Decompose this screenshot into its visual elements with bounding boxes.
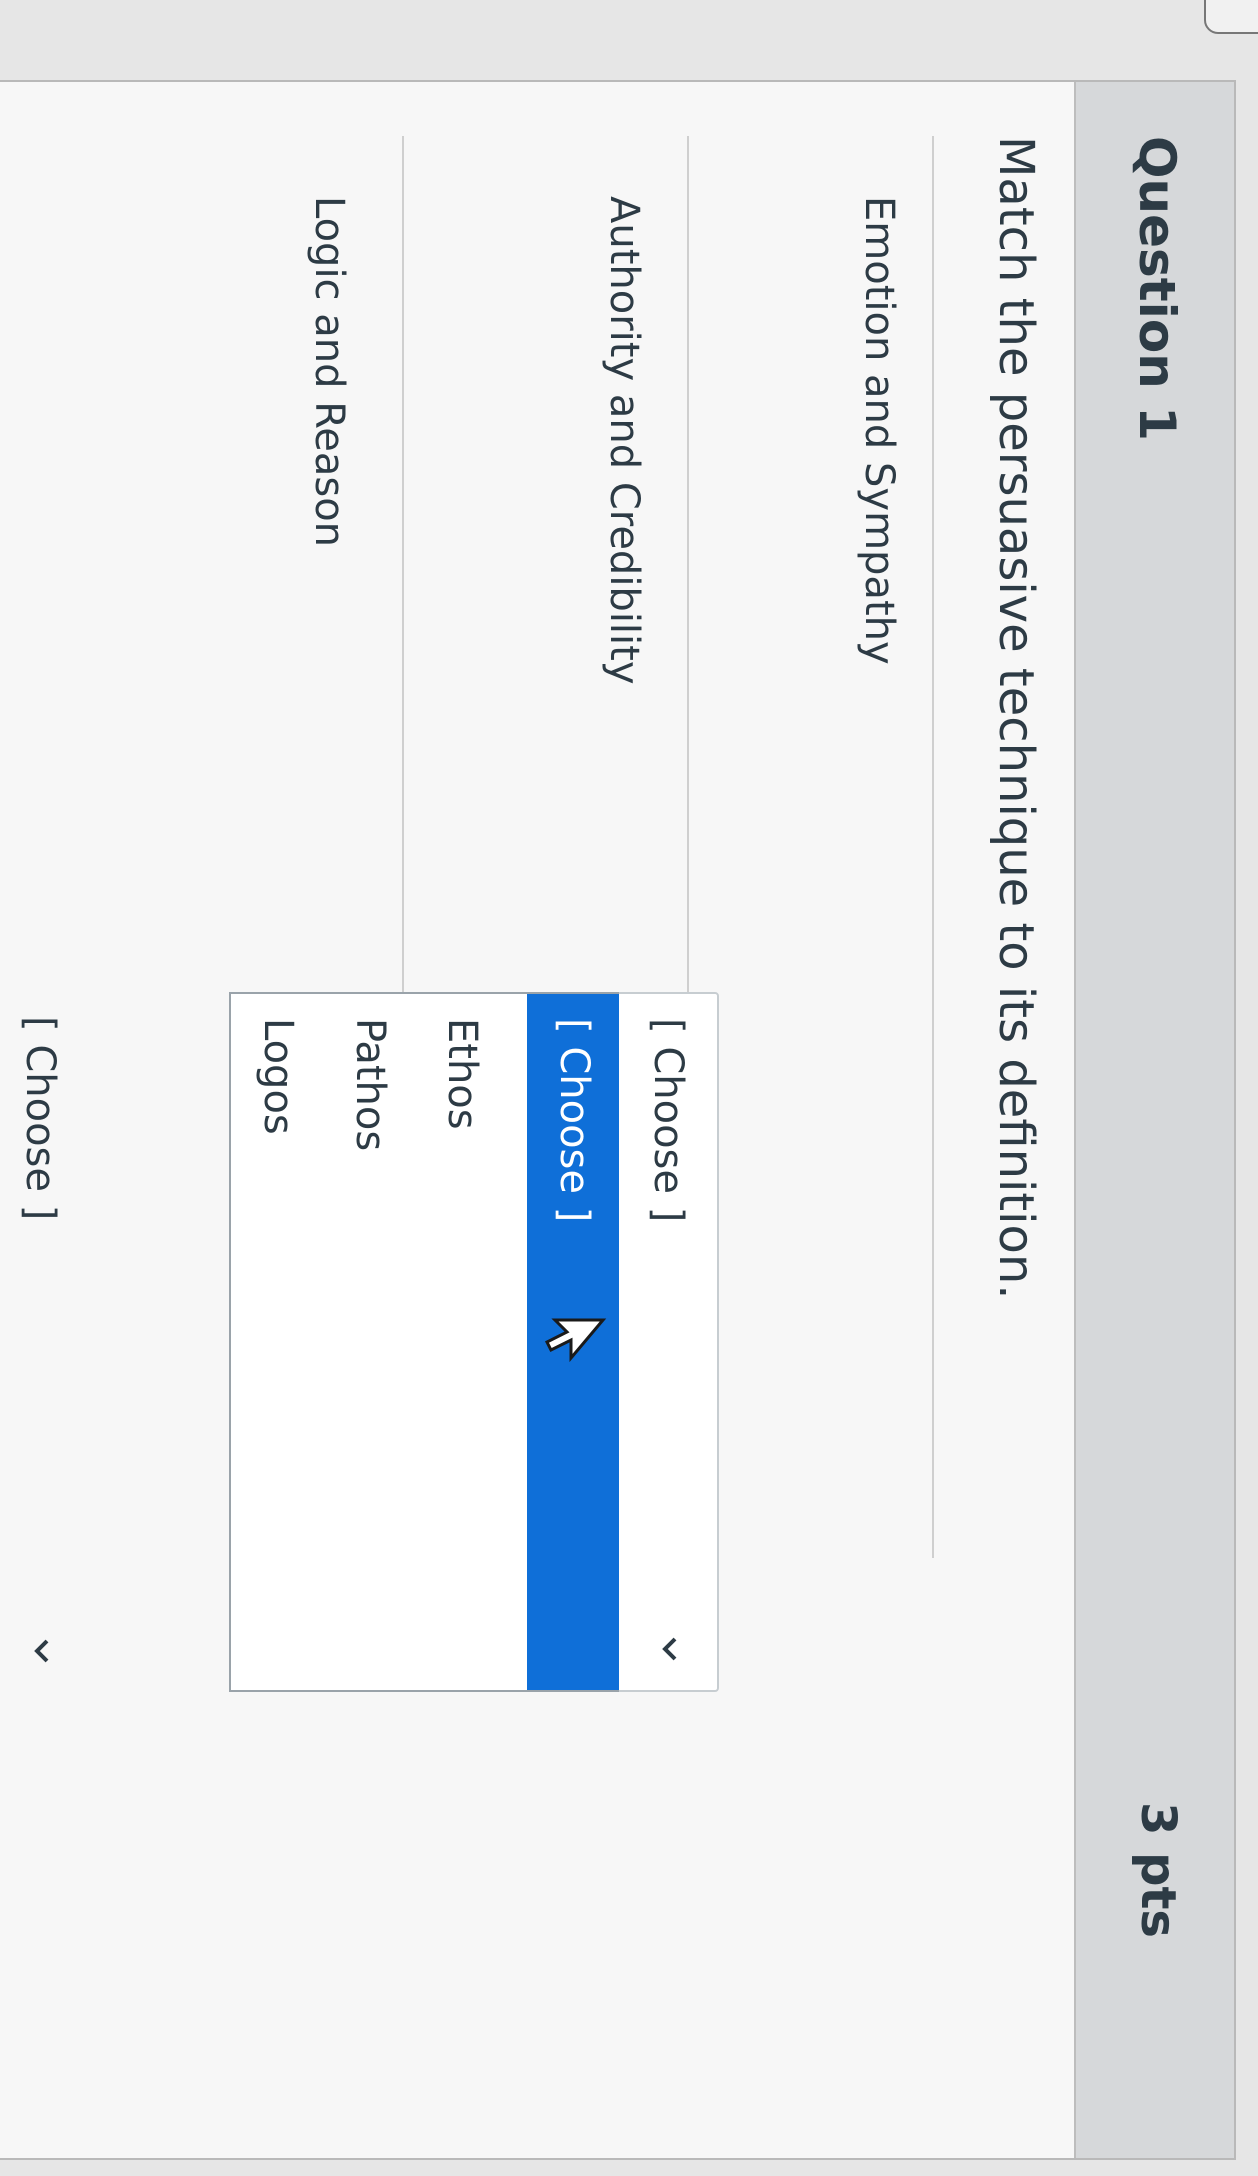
question-points: 3 pts — [1130, 1802, 1186, 1938]
answer-dropdown-list: [ Choose ] Ethos Pathos Logos — [229, 992, 619, 1692]
match-label: Emotion and Sympathy — [856, 196, 902, 665]
question-card: Question 1 3 pts Match the persuasive te… — [0, 80, 1236, 2160]
chevron-down-icon — [25, 1634, 59, 1668]
answer-select-emotion[interactable]: [ Choose ] — [615, 992, 719, 1692]
dropdown-option-ethos[interactable]: Ethos — [415, 994, 507, 1690]
select-value: [ Choose ] — [645, 1018, 691, 1223]
match-label: Logic and Reason — [306, 196, 352, 548]
match-label: Authority and Credibility — [601, 196, 647, 685]
answer-select-logic[interactable]: [ Choose ] — [0, 992, 89, 1692]
nav-tab[interactable] — [1204, 0, 1258, 34]
select-value: [ Choose ] — [17, 1016, 63, 1221]
question-header: Question 1 3 pts — [1074, 82, 1234, 2158]
dropdown-option-logos[interactable]: Logos — [231, 994, 323, 1690]
arrow-cursor-icon — [544, 1318, 607, 1363]
question-prompt: Match the persuasive technique to its de… — [988, 136, 1044, 1300]
chevron-down-icon — [653, 1632, 687, 1666]
question-title: Question 1 — [1128, 136, 1186, 441]
dropdown-option-choose[interactable]: [ Choose ] — [527, 994, 619, 1690]
quiz-page: Question 1 3 pts Match the persuasive te… — [0, 0, 1258, 2176]
match-row-emotion: Emotion and Sympathy — [856, 136, 934, 1558]
dropdown-option-pathos[interactable]: Pathos — [323, 994, 415, 1690]
